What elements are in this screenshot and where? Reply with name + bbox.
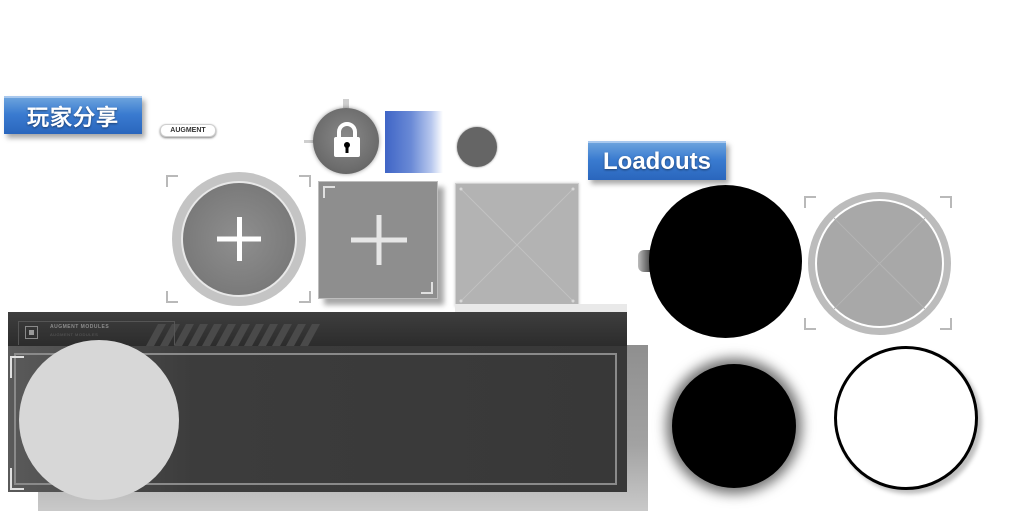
lock-icon (334, 122, 360, 157)
player-share-banner: 玩家分享 (4, 96, 142, 134)
loadouts-label: Loadouts (603, 147, 711, 175)
module-icon (25, 326, 38, 339)
cross-placeholder-icon (459, 187, 575, 303)
small-gray-dot (457, 127, 497, 167)
black-circle (649, 185, 802, 338)
cross-placeholder-icon (833, 217, 926, 310)
frame-corner (940, 318, 952, 330)
frame-corner (804, 318, 816, 330)
blue-gradient-swatch (385, 111, 443, 173)
loadouts-banner: Loadouts (588, 141, 726, 180)
empty-slot[interactable] (455, 183, 579, 307)
augment-tag: AUGMENT (160, 124, 216, 137)
frame-corner (421, 282, 433, 294)
frame-corner (299, 291, 311, 303)
plus-icon (351, 215, 407, 265)
augment-tag-label: AUGMENT (170, 127, 206, 134)
gray-ring-slot[interactable] (808, 192, 951, 335)
panel-subtitle: AUGMENT MODULES (50, 332, 99, 337)
soft-black-circle (672, 364, 796, 488)
frame-corner (10, 356, 24, 378)
frame-corner (804, 196, 816, 208)
frame-corner (166, 175, 178, 187)
frame-corner (299, 175, 311, 187)
player-share-label: 玩家分享 (26, 105, 119, 130)
plus-icon (217, 217, 261, 261)
frame-corner (940, 196, 952, 208)
frame-corner (323, 186, 335, 198)
panel-title: AUGMENT MODULES (50, 324, 110, 330)
frame-corner (166, 291, 178, 303)
avatar[interactable] (19, 340, 179, 500)
square-add-slot[interactable] (318, 181, 438, 299)
frame-corner (10, 468, 24, 490)
white-ring (834, 346, 978, 490)
lock-handle-top (343, 99, 349, 108)
lock-button[interactable] (313, 108, 381, 176)
round-add-slot[interactable] (172, 172, 306, 306)
